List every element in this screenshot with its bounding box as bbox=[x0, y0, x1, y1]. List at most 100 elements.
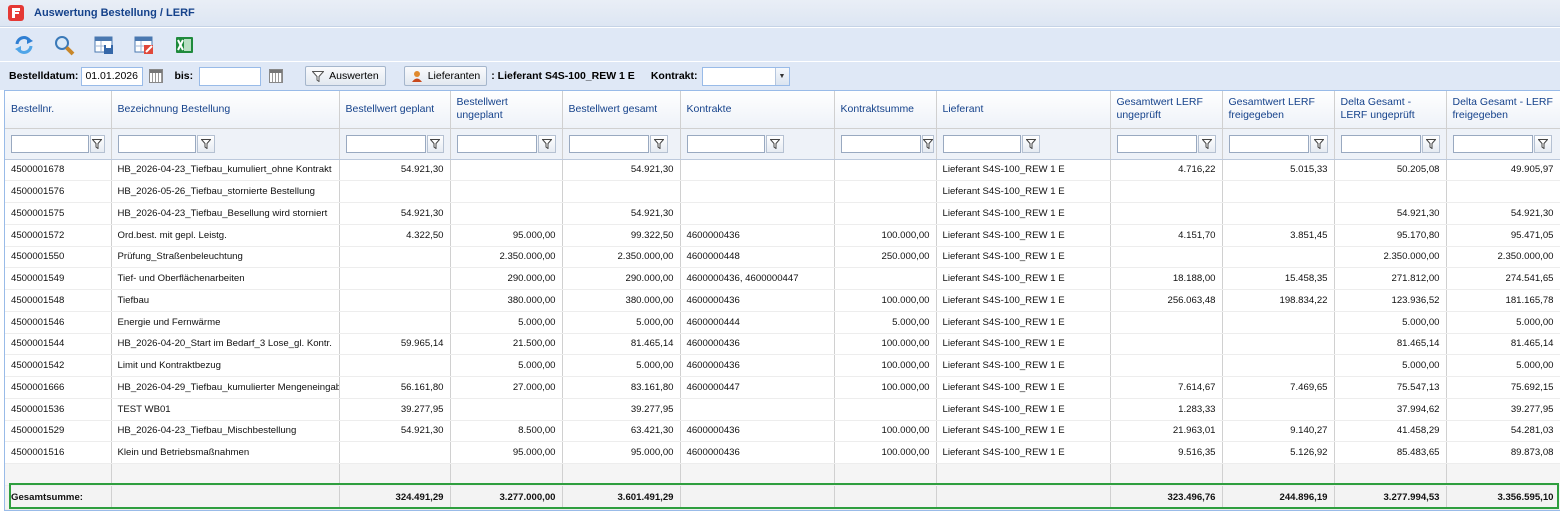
table-cell: 7.469,65 bbox=[1222, 376, 1335, 399]
lieferanten-button[interactable]: Lieferanten bbox=[403, 66, 488, 86]
chevron-down-icon[interactable]: ▼ bbox=[774, 67, 789, 85]
table-cell: 5.000,00 bbox=[1446, 354, 1560, 377]
column-header-3[interactable]: Bestellwert geplant bbox=[339, 91, 451, 129]
column-header-11[interactable]: Delta Gesamt - LERF ungeprüft bbox=[1334, 91, 1447, 129]
column-filter-input[interactable] bbox=[1228, 134, 1309, 153]
save-layout-button[interactable] bbox=[92, 33, 116, 57]
table-row[interactable]: 4500001575 HB_2026-04-23_Tiefbau_Besellun… bbox=[5, 202, 1560, 225]
table-cell: 4600000447 bbox=[680, 376, 835, 399]
kontrakt-select[interactable]: ▼ bbox=[701, 66, 790, 86]
filter-funnel-icon[interactable] bbox=[90, 134, 105, 153]
column-header-2[interactable]: Bezeichnung Bestellung bbox=[111, 91, 340, 129]
column-header-4[interactable]: Bestellwert ungeplant bbox=[450, 91, 563, 129]
bestelldatum-input[interactable] bbox=[81, 66, 144, 86]
filter-row bbox=[5, 128, 1560, 160]
column-filter-input[interactable] bbox=[1340, 134, 1421, 153]
table-cell: 4600000448 bbox=[680, 246, 835, 269]
filter-wrapper bbox=[1340, 134, 1440, 153]
column-filter-input[interactable] bbox=[1452, 134, 1533, 153]
column-header-12[interactable]: Delta Gesamt - LERF freigegeben bbox=[1446, 91, 1560, 129]
auswerten-button[interactable]: Auswerten bbox=[305, 66, 386, 86]
table-cell: 123.936,52 bbox=[1334, 289, 1447, 312]
filter-wrapper bbox=[686, 134, 828, 153]
filter-wrapper bbox=[1228, 134, 1328, 153]
column-filter-input[interactable] bbox=[1116, 134, 1197, 153]
table-row[interactable]: 4500001666 HB_2026-04-29_Tiefbau_kumulier… bbox=[5, 376, 1560, 399]
table-row[interactable]: 4500001544 HB_2026-04-20_Start im Bedarf_… bbox=[5, 333, 1560, 356]
column-filter-input[interactable] bbox=[117, 134, 196, 153]
table-cell: 4500001546 bbox=[5, 311, 112, 334]
bis-date-input[interactable] bbox=[199, 66, 262, 86]
total-cell: 3.277.994,53 bbox=[1334, 485, 1447, 510]
table-cell: 4500001576 bbox=[5, 180, 112, 203]
table-cell: 100.000,00 bbox=[834, 354, 937, 377]
calendar-from-icon[interactable] bbox=[149, 69, 164, 83]
table-row[interactable]: 4500001529 HB_2026-04-23_Tiefbau_Mischbes… bbox=[5, 420, 1560, 443]
table-cell: 4500001550 bbox=[5, 246, 112, 269]
column-filter-input[interactable] bbox=[11, 134, 89, 153]
table-row[interactable]: 4500001542 Limit und Kontraktbezug 5.000,0… bbox=[5, 354, 1560, 377]
filter-funnel-icon[interactable] bbox=[765, 134, 784, 153]
table-cell: 83.161,80 bbox=[562, 376, 681, 399]
column-header-5[interactable]: Bestellwert gesamt bbox=[562, 91, 681, 129]
column-filter-input[interactable] bbox=[686, 134, 765, 153]
table-row[interactable]: 4500001536 TEST WB01 39.277,95 39.277,95 Lie… bbox=[5, 398, 1560, 421]
table-row[interactable]: 4500001549 Tief- und Oberflächenarbeiten 2… bbox=[5, 267, 1560, 290]
calendar-to-icon[interactable] bbox=[269, 69, 284, 83]
table-cell bbox=[1110, 311, 1223, 334]
table-cell: 9.140,27 bbox=[1222, 420, 1335, 443]
table-row[interactable]: 4500001576 HB_2026-05-26_Tiefbau_stornier… bbox=[5, 180, 1560, 203]
table-cell: Lieferant S4S-100_REW 1 E bbox=[936, 398, 1111, 421]
column-filter-input[interactable] bbox=[456, 134, 537, 153]
search-button[interactable] bbox=[52, 33, 76, 57]
filter-funnel-icon[interactable] bbox=[1533, 134, 1552, 153]
table-cell: Lieferant S4S-100_REW 1 E bbox=[936, 202, 1111, 225]
column-header-9[interactable]: Gesamtwert LERF ungeprüft bbox=[1110, 91, 1223, 129]
table-row[interactable]: 4500001572 Ord.best. mit gepl. Leistg. 4.3… bbox=[5, 224, 1560, 247]
filter-funnel-icon[interactable] bbox=[426, 134, 444, 153]
table-row[interactable]: 4500001516 Klein und Betriebsmaßnahmen 95.… bbox=[5, 441, 1560, 464]
excel-export-button[interactable] bbox=[172, 33, 196, 57]
column-filter-input[interactable] bbox=[345, 134, 426, 153]
column-filter-input[interactable] bbox=[568, 134, 649, 153]
table-cell bbox=[834, 202, 937, 225]
filter-funnel-icon[interactable] bbox=[1197, 134, 1216, 153]
filter-funnel-icon[interactable] bbox=[537, 134, 556, 153]
refresh-icon bbox=[15, 35, 33, 54]
edit-layout-button[interactable] bbox=[132, 33, 156, 57]
column-header-8[interactable]: Lieferant bbox=[936, 91, 1111, 129]
table-cell: 5.000,00 bbox=[450, 311, 563, 334]
column-header-7[interactable]: Kontraktsumme bbox=[834, 91, 937, 129]
filter-funnel-icon[interactable] bbox=[1309, 134, 1328, 153]
table-cell: HB_2026-04-23_Tiefbau_kumuliert_ohne Kon… bbox=[111, 159, 340, 182]
table-row[interactable]: 4500001548 Tiefbau 380.000,00 380.000,00 460… bbox=[5, 289, 1560, 312]
filter-funnel-icon[interactable] bbox=[196, 134, 215, 153]
table-cell: 4600000436, 4600000447 bbox=[680, 267, 835, 290]
total-cell: 244.896,19 bbox=[1222, 485, 1335, 510]
column-header-10[interactable]: Gesamtwert LERF freigegeben bbox=[1222, 91, 1335, 129]
table-cell: Klein und Betriebsmaßnahmen bbox=[111, 441, 340, 464]
table-cell bbox=[680, 180, 835, 203]
column-filter-input[interactable] bbox=[840, 134, 921, 153]
filter-cell-7 bbox=[834, 128, 937, 160]
column-header-6[interactable]: Kontrakte bbox=[680, 91, 835, 129]
table-cell: 5.000,00 bbox=[562, 354, 681, 377]
filter-funnel-icon[interactable] bbox=[1421, 134, 1440, 153]
filter-funnel-icon[interactable] bbox=[1021, 134, 1040, 153]
total-cell bbox=[680, 485, 835, 510]
table-cell: 4600000436 bbox=[680, 441, 835, 464]
table-row[interactable]: 4500001546 Energie und Fernwärme 5.000,00 5… bbox=[5, 311, 1560, 334]
filter-funnel-icon[interactable] bbox=[649, 134, 668, 153]
refresh-button[interactable] bbox=[12, 33, 36, 57]
column-header-1[interactable]: Bestellnr. bbox=[5, 91, 112, 129]
bestelldatum-label: Bestelldatum: bbox=[9, 70, 79, 82]
table-row[interactable]: 4500001678 HB_2026-04-23_Tiefbau_kumulier… bbox=[5, 159, 1560, 182]
table-cell: Lieferant S4S-100_REW 1 E bbox=[936, 289, 1111, 312]
table-row[interactable]: 4500001550 Prüfung_Straßenbeleuchtung 2.35… bbox=[5, 246, 1560, 269]
filter-funnel-icon[interactable] bbox=[921, 134, 934, 153]
table-cell: 95.000,00 bbox=[450, 224, 563, 247]
table-cell: 39.277,95 bbox=[339, 398, 451, 421]
column-filter-input[interactable] bbox=[942, 134, 1021, 153]
table-cell bbox=[1110, 246, 1223, 269]
table-cell: 2.350.000,00 bbox=[1446, 246, 1560, 269]
